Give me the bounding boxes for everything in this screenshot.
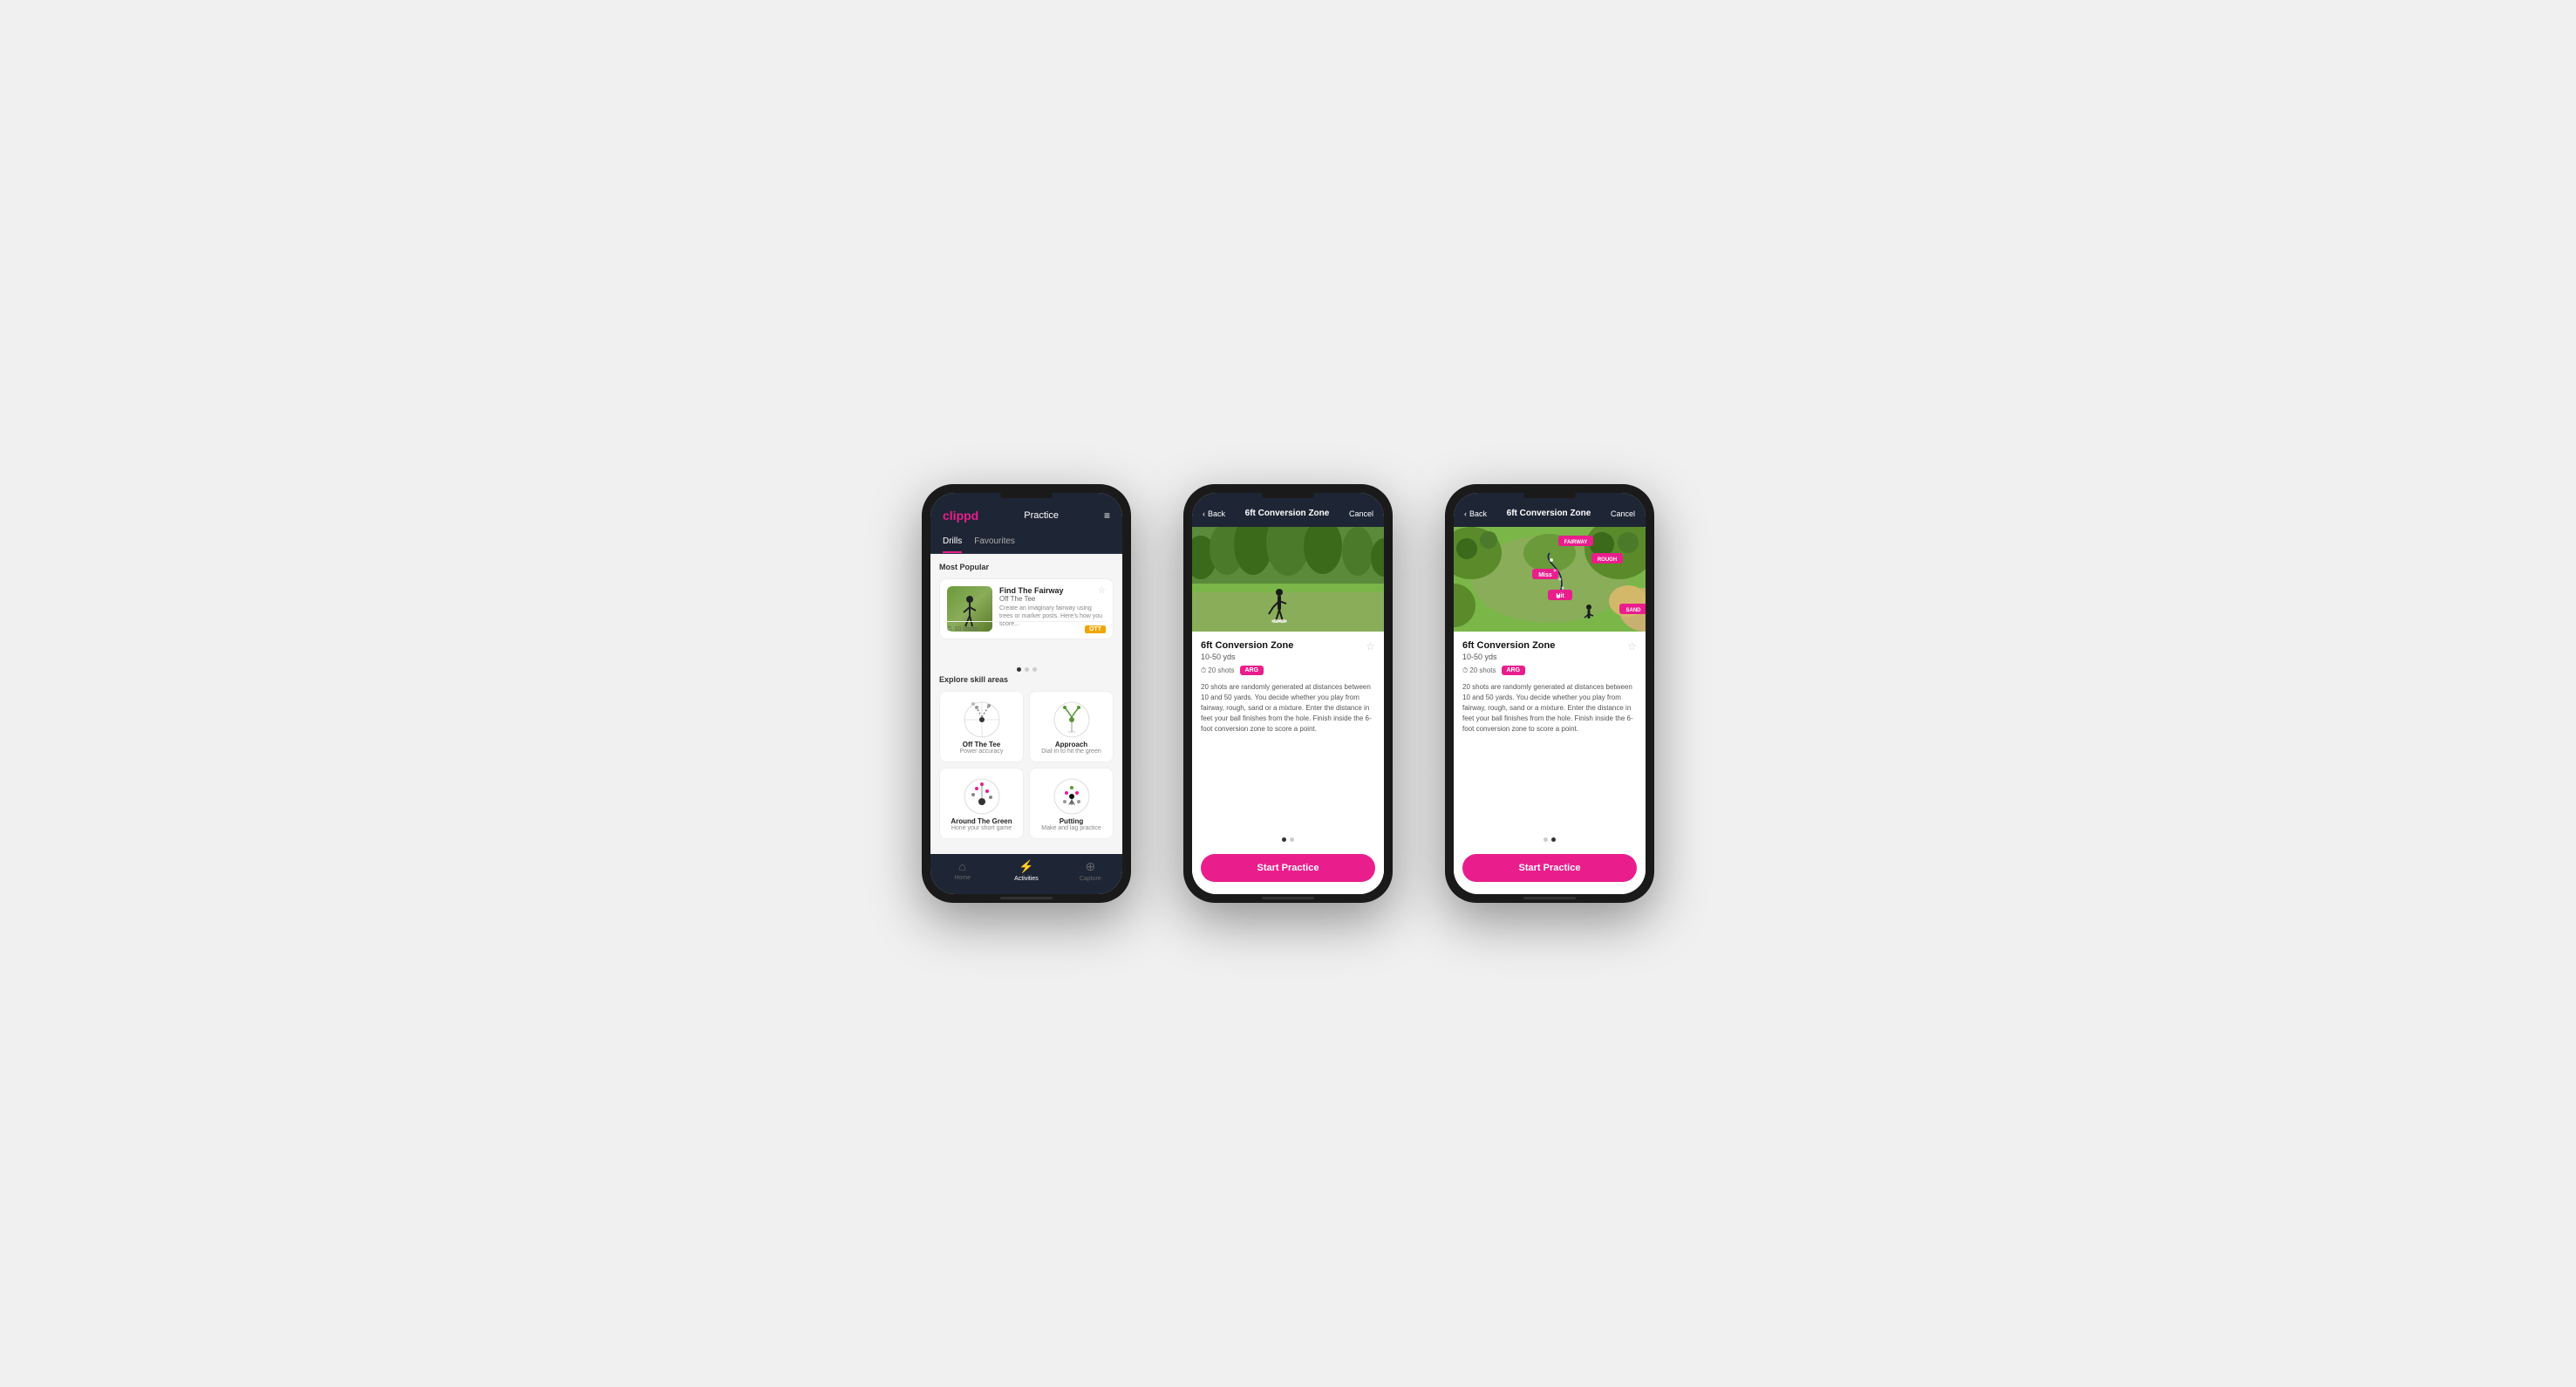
skill-putting-name: Putting <box>1060 817 1084 825</box>
skill-card-ott[interactable]: Off The Tee Power accuracy <box>939 691 1024 762</box>
p1-logo: clippd <box>943 509 978 523</box>
skill-card-approach[interactable]: Approach Dial-in to hit the green <box>1029 691 1114 762</box>
nav-activities[interactable]: ⚡ Activities <box>994 859 1058 882</box>
svg-text:ROUGH: ROUGH <box>1598 557 1617 563</box>
back-button[interactable]: ‹ Back <box>1203 509 1225 518</box>
svg-text:Miss: Miss <box>1538 572 1552 578</box>
chevron-left-icon: ‹ <box>1464 509 1467 518</box>
p3-back-button[interactable]: ‹ Back <box>1464 509 1487 518</box>
p2-content: 6ft Conversion Zone 10-50 yds ☆ ⏱ 20 sho… <box>1192 632 1384 832</box>
skill-card-atg[interactable]: Around The Green Hone your short game <box>939 768 1024 839</box>
tab-drills[interactable]: Drills <box>943 531 962 553</box>
p1-nav: ⌂ Home ⚡ Activities ⊕ Capture <box>930 854 1122 894</box>
drill-map: Hit Miss FAIRWAY ROUGH SAND <box>1454 527 1646 632</box>
nav-home-label: Home <box>954 875 971 881</box>
p1-tabs: Drills Favourites <box>930 531 1122 554</box>
p1-content: Most Popular <box>930 554 1122 854</box>
p3-description: 20 shots are randomly generated at dista… <box>1462 682 1637 734</box>
p2-range: 10-50 yds <box>1201 653 1293 661</box>
phone-2: ‹ Back 6ft Conversion Zone Cancel <box>1183 484 1393 903</box>
p3-shots: ⏱ 20 shots <box>1462 666 1496 675</box>
nav-activities-label: Activities <box>1014 876 1039 882</box>
skill-approach-desc: Dial-in to hit the green <box>1041 748 1101 755</box>
skill-ott-desc: Power accuracy <box>960 748 1004 755</box>
p3-cancel-button[interactable]: Cancel <box>1611 509 1635 518</box>
p1-header-title: Practice <box>1024 510 1059 521</box>
nav-home[interactable]: ⌂ Home <box>930 859 994 882</box>
skill-atg-name: Around The Green <box>951 817 1012 825</box>
phones-container: clippd Practice ≡ Drills Favourites Most… <box>922 484 1654 903</box>
svg-text:FAIRWAY: FAIRWAY <box>1564 540 1588 545</box>
arg-badge: ARG <box>1240 666 1264 675</box>
p3-drill-title: 6ft Conversion Zone <box>1462 640 1555 651</box>
atg-icon <box>961 775 1003 817</box>
carousel-dots <box>939 664 1114 675</box>
p3-dots <box>1454 832 1646 847</box>
p2-header-title: 6ft Conversion Zone <box>1245 509 1330 518</box>
svg-text:SAND: SAND <box>1625 608 1641 613</box>
dot-2 <box>1290 837 1294 842</box>
putting-icon <box>1051 775 1093 817</box>
phone-1-screen: clippd Practice ≡ Drills Favourites Most… <box>930 493 1122 894</box>
chevron-left-icon: ‹ <box>1203 509 1205 518</box>
p1-header: clippd Practice ≡ <box>930 493 1122 531</box>
skill-grid: Off The Tee Power accuracy <box>939 691 1114 839</box>
p3-content: 6ft Conversion Zone 10-50 yds ☆ ⏱ 20 sho… <box>1454 632 1646 832</box>
skill-approach-name: Approach <box>1055 741 1087 748</box>
dot-2 <box>1551 837 1556 842</box>
p2-favourite-icon[interactable]: ☆ <box>1366 640 1375 653</box>
phone-3-screen: ‹ Back 6ft Conversion Zone Cancel <box>1454 493 1646 894</box>
dot-3 <box>1032 667 1037 672</box>
p3-favourite-icon[interactable]: ☆ <box>1627 640 1637 653</box>
hamburger-icon[interactable]: ≡ <box>1104 509 1110 522</box>
clock-icon: ⏱ <box>947 626 951 633</box>
dot-1 <box>1017 667 1021 672</box>
skill-putting-desc: Make and lag practice <box>1041 825 1101 831</box>
home-icon: ⌂ <box>958 859 965 873</box>
favourite-icon[interactable]: ☆ <box>1098 586 1106 596</box>
dot-1 <box>1282 837 1286 842</box>
p3-footer: Start Practice <box>1454 847 1646 894</box>
nav-capture-label: Capture <box>1080 876 1101 882</box>
dot-1 <box>1544 837 1548 842</box>
clock-icon: ⏱ <box>1201 666 1206 675</box>
p3-header-title: 6ft Conversion Zone <box>1507 509 1591 518</box>
skill-ott-name: Off The Tee <box>963 741 1000 748</box>
dot-2 <box>1025 667 1029 672</box>
approach-icon <box>1051 699 1093 741</box>
nav-capture[interactable]: ⊕ Capture <box>1059 859 1122 882</box>
p2-meta: ⏱ 20 shots ARG <box>1201 666 1375 675</box>
p3-range: 10-50 yds <box>1462 653 1555 661</box>
skill-atg-desc: Hone your short game <box>951 825 1012 831</box>
ott-icon <box>961 699 1003 741</box>
cancel-button[interactable]: Cancel <box>1349 509 1373 518</box>
drill-subtitle: Off The Tee <box>999 595 1106 603</box>
most-popular-label: Most Popular <box>939 563 1114 571</box>
phone-2-screen: ‹ Back 6ft Conversion Zone Cancel <box>1192 493 1384 894</box>
phone-3: ‹ Back 6ft Conversion Zone Cancel <box>1445 484 1654 903</box>
drill-footer: ⏱ 10 shots OTT <box>947 621 1106 633</box>
drill-photo <box>1192 527 1384 632</box>
p3-meta: ⏱ 20 shots ARG <box>1462 666 1637 675</box>
start-practice-button[interactable]: Start Practice <box>1201 854 1375 882</box>
capture-icon: ⊕ <box>1085 859 1095 874</box>
p3-start-practice-button[interactable]: Start Practice <box>1462 854 1637 882</box>
skill-card-putting[interactable]: Putting Make and lag practice <box>1029 768 1114 839</box>
clock-icon: ⏱ <box>1462 666 1468 675</box>
tab-favourites[interactable]: Favourites <box>974 531 1015 553</box>
explore-label: Explore skill areas <box>939 675 1114 684</box>
p2-shots: ⏱ 20 shots <box>1201 666 1235 675</box>
drill-shots: ⏱ 10 shots <box>947 626 978 633</box>
p2-dots <box>1192 832 1384 847</box>
drill-card[interactable]: Find The Fairway Off The Tee Create an i… <box>939 578 1114 639</box>
p3-arg-badge: ARG <box>1502 666 1526 675</box>
p2-drill-title: 6ft Conversion Zone <box>1201 640 1293 651</box>
phone-1: clippd Practice ≡ Drills Favourites Most… <box>922 484 1131 903</box>
ott-badge: OTT <box>1085 625 1106 633</box>
activities-icon: ⚡ <box>1019 859 1033 874</box>
drill-title: Find The Fairway <box>999 586 1106 595</box>
p2-description: 20 shots are randomly generated at dista… <box>1201 682 1375 734</box>
p2-footer: Start Practice <box>1192 847 1384 894</box>
